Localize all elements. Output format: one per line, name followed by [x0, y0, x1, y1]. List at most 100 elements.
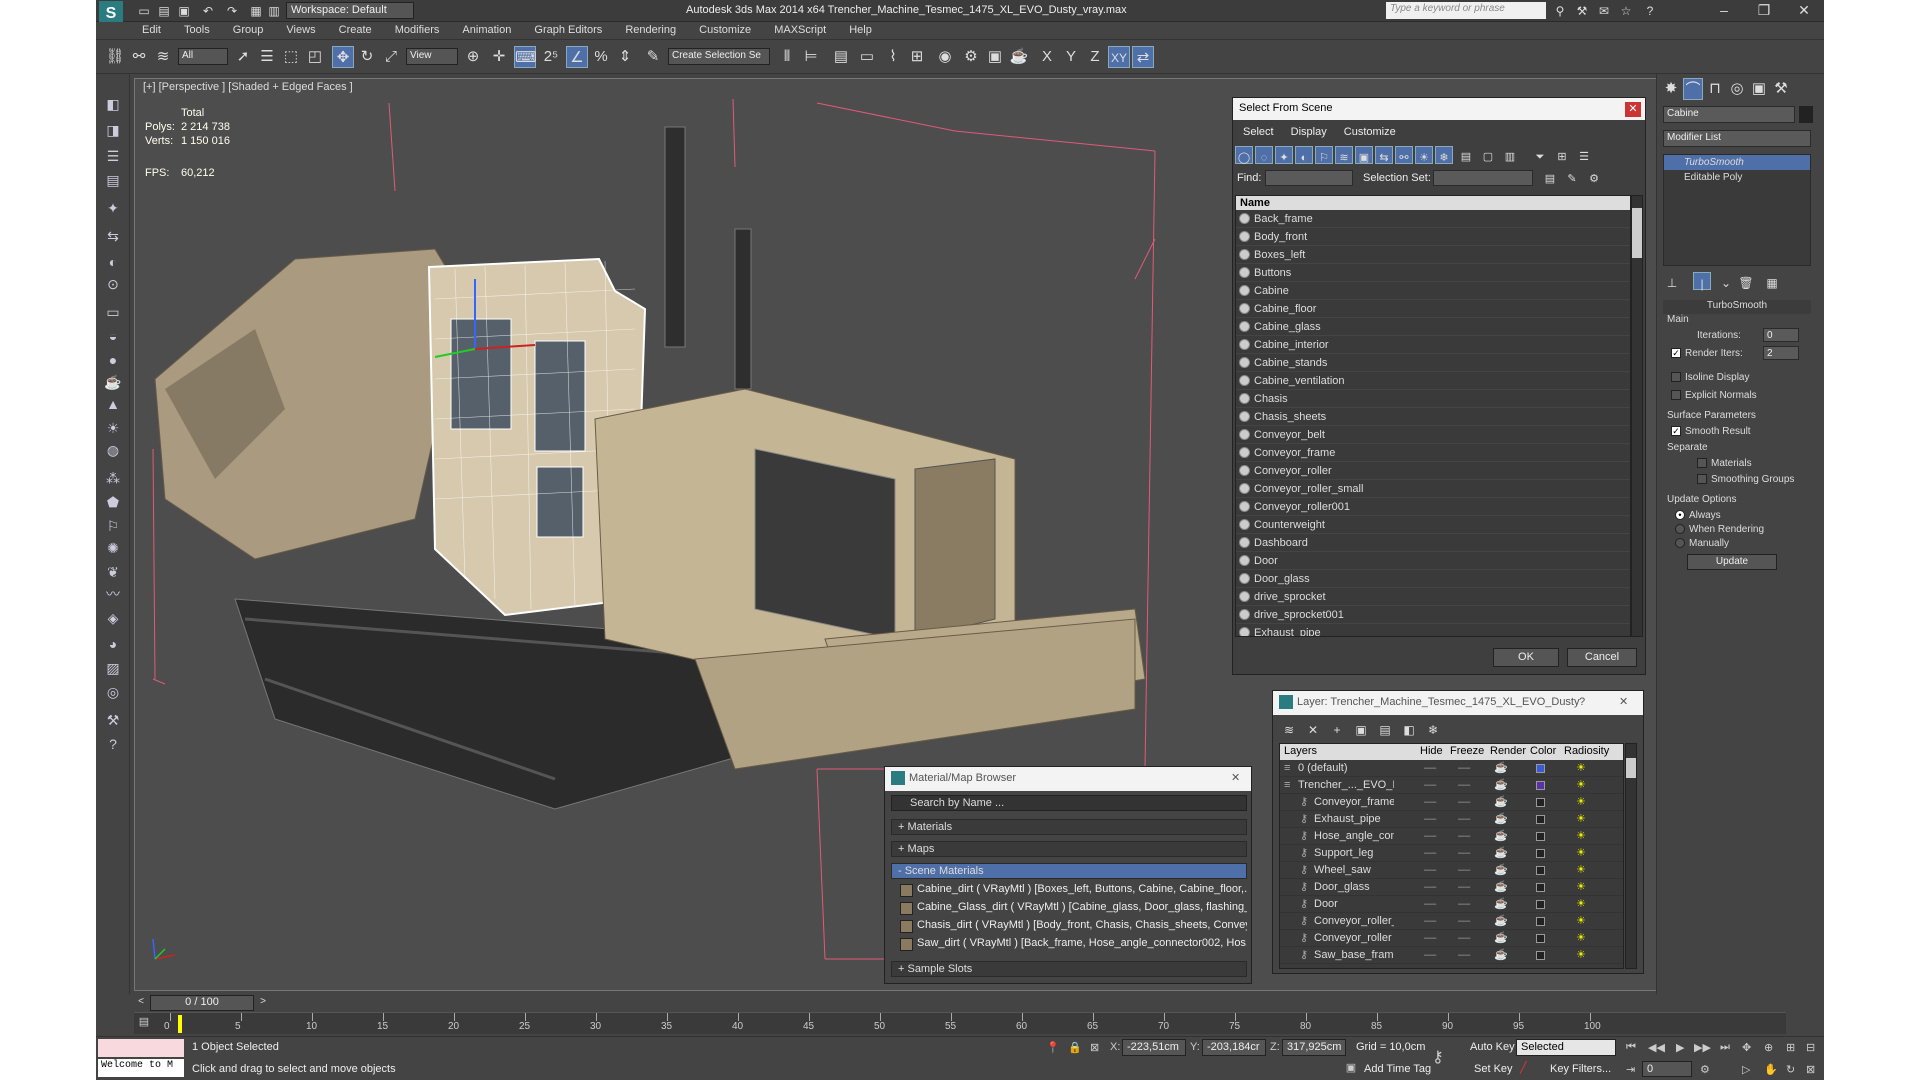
col-layers[interactable]: Layers: [1284, 745, 1317, 757]
time-slider-thumb[interactable]: 0 / 100: [150, 995, 254, 1011]
current-frame-field[interactable]: 0: [1642, 1061, 1692, 1077]
filter-bones-icon[interactable]: ⚯: [1395, 146, 1413, 164]
pivot-center-icon[interactable]: ⊕: [462, 46, 484, 68]
select-dialog-close-icon[interactable]: ✕: [1625, 102, 1641, 117]
new-icon[interactable]: ▭: [136, 3, 152, 19]
object-visibility-icon[interactable]: [1239, 555, 1250, 566]
render-setup-icon[interactable]: ⚙: [960, 46, 982, 68]
scene-object-row[interactable]: Back_frame: [1236, 210, 1630, 228]
scene-object-row[interactable]: Cabine_stands: [1236, 354, 1630, 372]
previous-key-icon[interactable]: ◀◀: [1648, 1041, 1665, 1054]
layer-color-swatch[interactable]: [1536, 815, 1545, 824]
remove-modifier-icon[interactable]: 🗑: [1737, 272, 1755, 290]
curve-editor-icon[interactable]: ⌇: [882, 46, 904, 68]
teapot-icon[interactable]: ☕: [1494, 760, 1508, 777]
layer-freeze-toggle[interactable]: ––: [1458, 760, 1470, 777]
layer-color-swatch[interactable]: [1536, 781, 1545, 790]
sun-icon[interactable]: ☀: [103, 418, 123, 438]
layer-color-swatch[interactable]: [1536, 883, 1545, 892]
radiosity-icon[interactable]: ☀: [1576, 879, 1586, 896]
teapot-icon[interactable]: ☕: [1494, 845, 1508, 862]
ok-button[interactable]: OK: [1493, 648, 1559, 667]
menu-group[interactable]: Group: [223, 22, 274, 36]
scene-material-item[interactable]: Cabine_dirt ( VRayMtl ) [Boxes_left, But…: [899, 883, 1247, 899]
object-visibility-icon[interactable]: [1239, 627, 1250, 636]
communication-icon[interactable]: ✉: [1596, 3, 1612, 19]
pan-icon[interactable]: ✋: [1764, 1063, 1778, 1076]
smooth-result-checkbox[interactable]: ✓: [1671, 426, 1681, 436]
go-to-start-icon[interactable]: ⏮: [1626, 1041, 1636, 1054]
select-object-icon[interactable]: ➚: [232, 46, 254, 68]
next-frame-icon[interactable]: >: [256, 994, 270, 1010]
selection-filter-dropdown[interactable]: All: [178, 48, 228, 65]
help-circle-icon[interactable]: ?: [103, 734, 123, 754]
select-in-layer-icon[interactable]: ▣: [1351, 719, 1371, 739]
pin-icon[interactable]: 📍: [1046, 1041, 1060, 1054]
filter-spacewarps-icon[interactable]: ≋: [1335, 146, 1353, 164]
col-render[interactable]: Render: [1490, 745, 1526, 757]
find-input[interactable]: [1265, 170, 1353, 186]
layer-hide-toggle[interactable]: ––: [1424, 913, 1436, 930]
radiosity-icon[interactable]: ☀: [1576, 930, 1586, 947]
scene-object-row[interactable]: Cabine_floor: [1236, 300, 1630, 318]
col-hide[interactable]: Hide: [1420, 745, 1443, 757]
layer-node-icon[interactable]: ⚷: [1300, 913, 1308, 930]
layer-row[interactable]: ⚷ Door –– –– ☕ ☀: [1280, 896, 1623, 913]
scene-object-row[interactable]: Exhaust_pipe: [1236, 624, 1630, 636]
track-bar[interactable]: ▤ 0 5 10 15 20 25 30 35 40 45 50 55 60 65 70 75 80 85 90 95…: [134, 1012, 1786, 1034]
col-radiosity[interactable]: Radiosity: [1564, 745, 1609, 757]
scene-object-row[interactable]: Cabine_glass: [1236, 318, 1630, 336]
material-editor-icon[interactable]: ◉: [934, 46, 956, 68]
help-search-input[interactable]: Type a keyword or phrase: [1386, 2, 1546, 19]
layer-freeze-toggle[interactable]: ––: [1458, 794, 1470, 811]
render-iters-checkbox[interactable]: ✓: [1671, 348, 1681, 358]
render-icon[interactable]: ▨: [103, 658, 123, 678]
separate-materials-checkbox[interactable]: [1697, 458, 1707, 468]
object-visibility-icon[interactable]: [1239, 501, 1250, 512]
layer-hide-toggle[interactable]: ––: [1424, 896, 1436, 913]
key-mode-dropdown[interactable]: Selected: [1516, 1039, 1616, 1056]
box-icon[interactable]: ▭: [103, 302, 123, 322]
material-browser-close-icon[interactable]: ✕: [1231, 771, 1240, 784]
layer-freeze-toggle[interactable]: ––: [1458, 828, 1470, 845]
select-menu-select[interactable]: Select: [1243, 126, 1274, 138]
teapot-icon[interactable]: ☕: [1494, 811, 1508, 828]
layer-row[interactable]: ⚷ Conveyor_frame –– –– ☕ ☀: [1280, 794, 1623, 811]
maxscript-mini-listener[interactable]: Welcome to M: [98, 1059, 184, 1077]
time-config-icon[interactable]: ⚙: [1700, 1063, 1710, 1076]
utility-icon[interactable]: ⚒: [103, 710, 123, 730]
object-visibility-icon[interactable]: [1239, 231, 1250, 242]
object-visibility-icon[interactable]: [1239, 411, 1250, 422]
object-visibility-icon[interactable]: [1239, 213, 1250, 224]
col-color[interactable]: Color: [1530, 745, 1556, 757]
keyboard-shortcut-icon[interactable]: ⌨: [514, 46, 537, 68]
scene-object-row[interactable]: Cabine_interior: [1236, 336, 1630, 354]
teapot-icon[interactable]: ☕: [1494, 896, 1508, 913]
column-config-icon[interactable]: ☰: [1575, 146, 1593, 164]
maximize-button[interactable]: ❐: [1744, 0, 1784, 22]
layer-freeze-toggle[interactable]: ––: [1458, 879, 1470, 896]
scene-material-item[interactable]: Cabine_Glass_dirt ( VRayMtl ) [Cabine_gl…: [899, 901, 1247, 917]
motion-tab-icon[interactable]: ◎: [1727, 78, 1747, 100]
modifier-list-dropdown[interactable]: Modifier List: [1663, 130, 1811, 147]
highlight-layer-icon[interactable]: ▤: [1375, 719, 1395, 739]
teapot-icon[interactable]: ☕: [1494, 947, 1508, 964]
redo-icon[interactable]: ↷: [224, 3, 240, 19]
maxscript-listener[interactable]: [98, 1039, 184, 1057]
filter-shapes-icon[interactable]: ◌: [1255, 146, 1273, 164]
zoom-extents-all-icon[interactable]: ⊟: [1806, 1041, 1815, 1054]
manipulate-icon[interactable]: ✛: [488, 46, 510, 68]
scene-object-row[interactable]: Chasis: [1236, 390, 1630, 408]
layer-node-icon[interactable]: ⚷: [1300, 947, 1308, 964]
select-menu-display[interactable]: Display: [1291, 126, 1327, 138]
hierarchy-tab-icon[interactable]: ⊓: [1705, 78, 1725, 100]
radiosity-icon[interactable]: ☀: [1576, 913, 1586, 930]
funnel-icon[interactable]: ⏷: [1531, 146, 1549, 164]
layer-hide-toggle[interactable]: ––: [1424, 930, 1436, 947]
radiosity-icon[interactable]: ☀: [1576, 811, 1586, 828]
zoom-icon[interactable]: ✥: [1742, 1041, 1751, 1054]
go-to-end-icon[interactable]: ⏭: [1720, 1041, 1730, 1054]
layer-hide-toggle[interactable]: ––: [1424, 828, 1436, 845]
layer-node-icon[interactable]: ⚷: [1300, 794, 1308, 811]
sel-set-edit-icon[interactable]: ✎: [1563, 168, 1581, 186]
